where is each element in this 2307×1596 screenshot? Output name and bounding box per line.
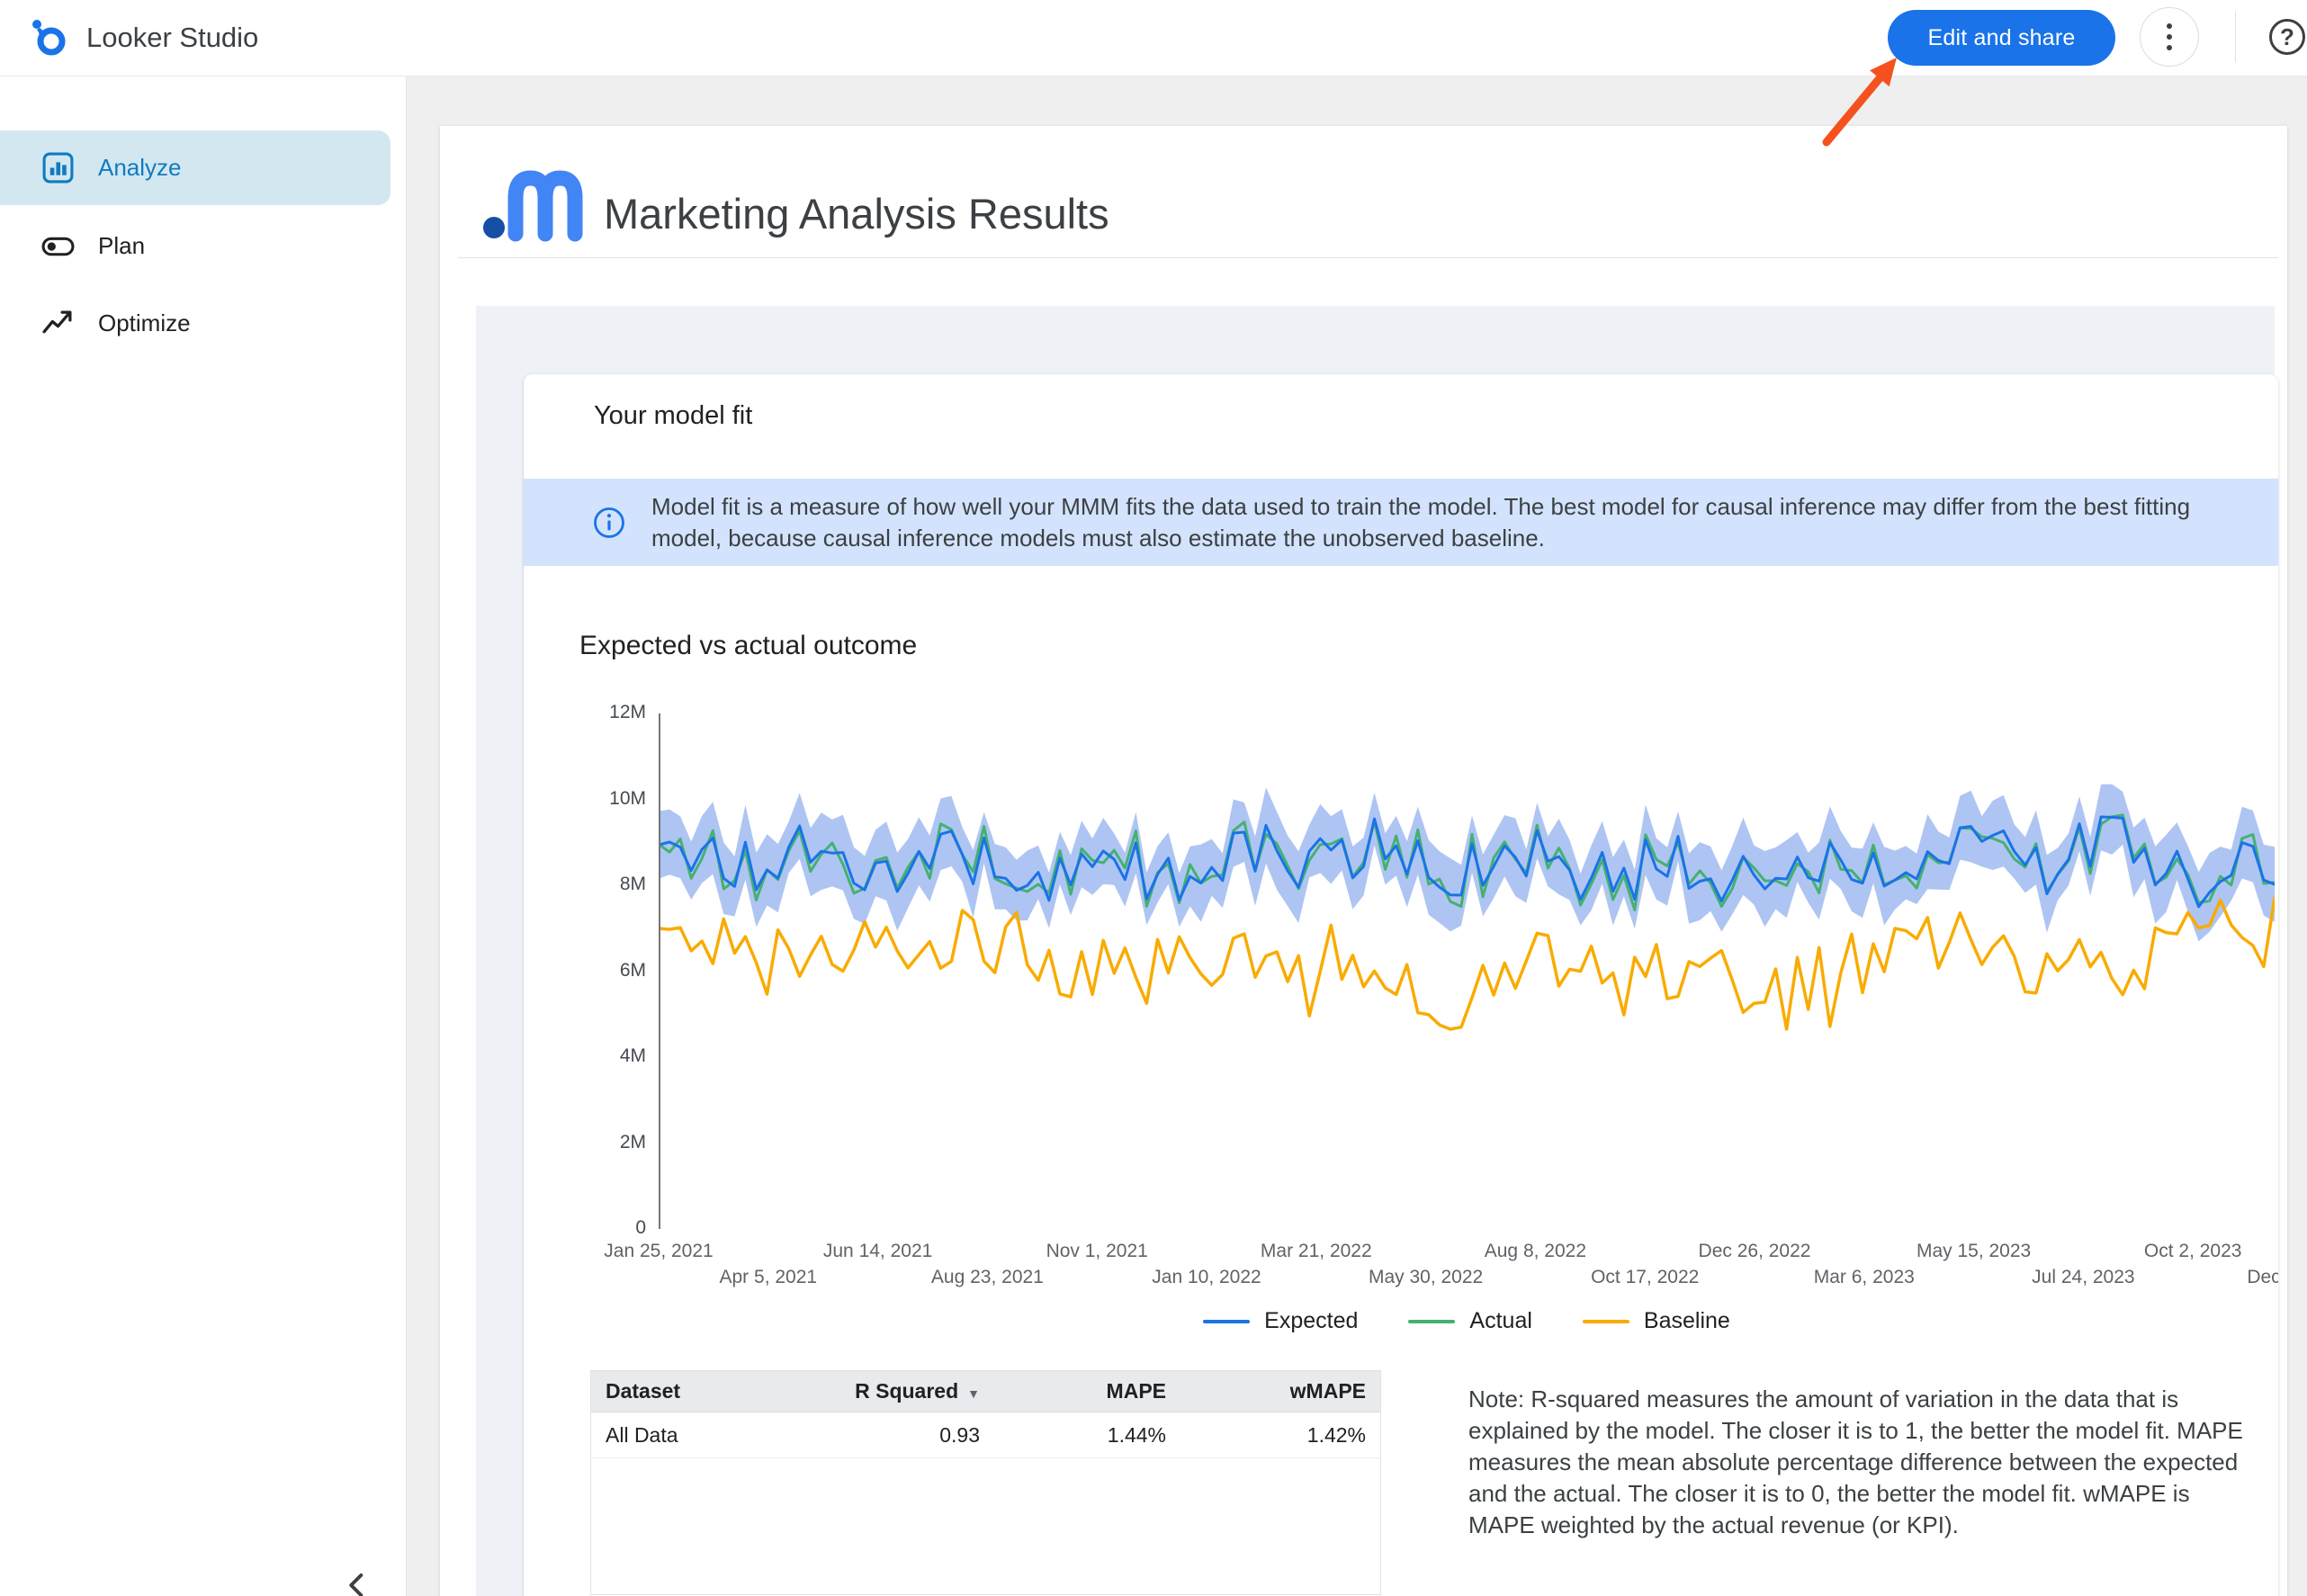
- model-fit-table: DatasetR Squared▼MAPEwMAPE All Data0.931…: [590, 1370, 1381, 1595]
- x-axis-tick: May 15, 2023: [1893, 1241, 2055, 1262]
- report-page: Marketing Analysis Results Your model fi…: [440, 126, 2287, 1596]
- x-axis-tick: Aug 23, 2021: [906, 1267, 1068, 1288]
- actual-line-swatch: [1408, 1320, 1455, 1323]
- x-axis-tick: Dec 26, 2022: [1674, 1241, 1836, 1262]
- chart-title: Expected vs actual outcome: [579, 631, 917, 661]
- x-axis-tick: Mar 6, 2023: [1783, 1267, 1945, 1288]
- table-cell: 1.44%: [994, 1412, 1180, 1458]
- info-icon: [592, 506, 626, 540]
- info-banner-text: Model fit is a measure of how well your …: [651, 491, 2208, 554]
- chevron-left-icon: [340, 1567, 376, 1596]
- y-axis-tick: 6M: [551, 960, 646, 982]
- help-button[interactable]: ?: [2269, 19, 2305, 55]
- table-header-dataset[interactable]: Dataset: [591, 1371, 834, 1412]
- x-axis-tick: Mar 21, 2022: [1235, 1241, 1397, 1262]
- x-axis-tick: Jan 25, 2021: [578, 1241, 740, 1262]
- legend-label: Expected: [1264, 1308, 1358, 1334]
- sidebar-item-optimize[interactable]: Optimize: [0, 288, 390, 358]
- sidebar-item-label: Optimize: [98, 309, 191, 337]
- toolbar-divider: [2235, 12, 2236, 62]
- report-title: Marketing Analysis Results: [604, 189, 1109, 238]
- sidebar-item-analyze[interactable]: Analyze: [0, 130, 390, 205]
- kebab-dot: [2167, 45, 2172, 50]
- table-header-mape[interactable]: MAPE: [994, 1371, 1180, 1412]
- x-axis-row-2: Apr 5, 2021 Aug 23, 2021 Jan 10, 2022 May 3…: [659, 1267, 2278, 1290]
- collapse-sidebar-button[interactable]: [335, 1562, 382, 1596]
- top-app-bar: Looker Studio Edit and share ?: [0, 0, 2307, 76]
- model-fit-card: Your model fit Model fit is a measure of…: [524, 374, 2278, 1596]
- analyze-chart-icon: [41, 151, 75, 184]
- y-axis-tick: 0: [551, 1217, 646, 1239]
- edit-and-share-button[interactable]: Edit and share: [1888, 10, 2115, 66]
- legend-label: Actual: [1469, 1308, 1531, 1334]
- table-header-r-squared[interactable]: R Squared▼: [834, 1371, 994, 1412]
- kebab-dot: [2167, 23, 2172, 29]
- x-axis-tick: Nov 1, 2021: [1016, 1241, 1178, 1262]
- legend-item-baseline[interactable]: Baseline: [1583, 1308, 1730, 1334]
- legend-label: Baseline: [1644, 1308, 1730, 1334]
- note-text: Note: R-squared measures the amount of v…: [1468, 1384, 2248, 1541]
- marketing-platform-logo-icon: [481, 157, 586, 245]
- report-canvas: Marketing Analysis Results Your model fi…: [407, 76, 2307, 1596]
- x-axis-tick: Oct 17, 2022: [1564, 1267, 1726, 1288]
- table-header-row: DatasetR Squared▼MAPEwMAPE: [591, 1371, 1380, 1412]
- card-heading: Your model fit: [594, 401, 752, 431]
- sidebar-item-label: Analyze: [98, 154, 182, 182]
- x-axis-tick: May 30, 2022: [1345, 1267, 1507, 1288]
- app-title: Looker Studio: [86, 22, 258, 54]
- more-options-button[interactable]: [2140, 7, 2199, 67]
- chart-legend: Expected Actual Baseline: [659, 1308, 2275, 1334]
- y-axis-tick: 4M: [551, 1045, 646, 1067]
- table-header-wmape[interactable]: wMAPE: [1180, 1371, 1380, 1412]
- x-axis-tick: Apr 5, 2021: [687, 1267, 849, 1288]
- x-axis-tick: Jan 10, 2022: [1126, 1267, 1288, 1288]
- y-axis-tick: 10M: [551, 788, 646, 810]
- header-divider: [458, 257, 2278, 258]
- x-axis-tick: Oct 2, 2023: [2112, 1241, 2274, 1262]
- baseline-line-swatch: [1583, 1320, 1629, 1323]
- y-axis-tick: 12M: [551, 702, 646, 723]
- expected-line-swatch: [1203, 1320, 1250, 1323]
- sidebar-item-plan[interactable]: Plan: [0, 211, 390, 281]
- x-axis-tick: Aug 8, 2022: [1454, 1241, 1616, 1262]
- legend-item-actual[interactable]: Actual: [1408, 1308, 1531, 1334]
- info-banner: Model fit is a measure of how well your …: [524, 479, 2278, 566]
- looker-studio-logo-icon[interactable]: [27, 15, 70, 58]
- table-cell: 0.93: [834, 1412, 994, 1458]
- y-axis-tick: 2M: [551, 1132, 646, 1153]
- y-axis: 02M4M6M8M10M12M: [551, 713, 646, 1229]
- y-axis-tick: 8M: [551, 874, 646, 895]
- legend-item-expected[interactable]: Expected: [1203, 1308, 1358, 1334]
- x-axis-row-1: Jan 25, 2021Jun 14, 2021Nov 1, 2021Mar 2…: [659, 1241, 2278, 1264]
- table-cell: All Data: [591, 1412, 834, 1458]
- trending-up-icon: [41, 307, 75, 340]
- x-axis-tick: Jul 24, 2023: [2002, 1267, 2164, 1288]
- left-navigation: Analyze Plan Optimize: [0, 76, 407, 1596]
- kebab-dot: [2167, 34, 2172, 40]
- table-cell: 1.42%: [1180, 1412, 1380, 1458]
- expected-vs-actual-chart[interactable]: [659, 713, 2275, 1229]
- table-row: All Data0.931.44%1.42%: [591, 1412, 1380, 1458]
- sort-descending-icon: ▼: [967, 1386, 980, 1401]
- x-axis-tick: Dec 11, 2023: [2222, 1267, 2278, 1288]
- looker-studio-app: Looker Studio Edit and share ? Analyze: [0, 0, 2307, 1596]
- x-axis-tick: Jun 14, 2021: [797, 1241, 959, 1262]
- question-mark-icon: ?: [2280, 23, 2294, 51]
- toggle-icon: [41, 229, 75, 263]
- sidebar-item-label: Plan: [98, 232, 145, 260]
